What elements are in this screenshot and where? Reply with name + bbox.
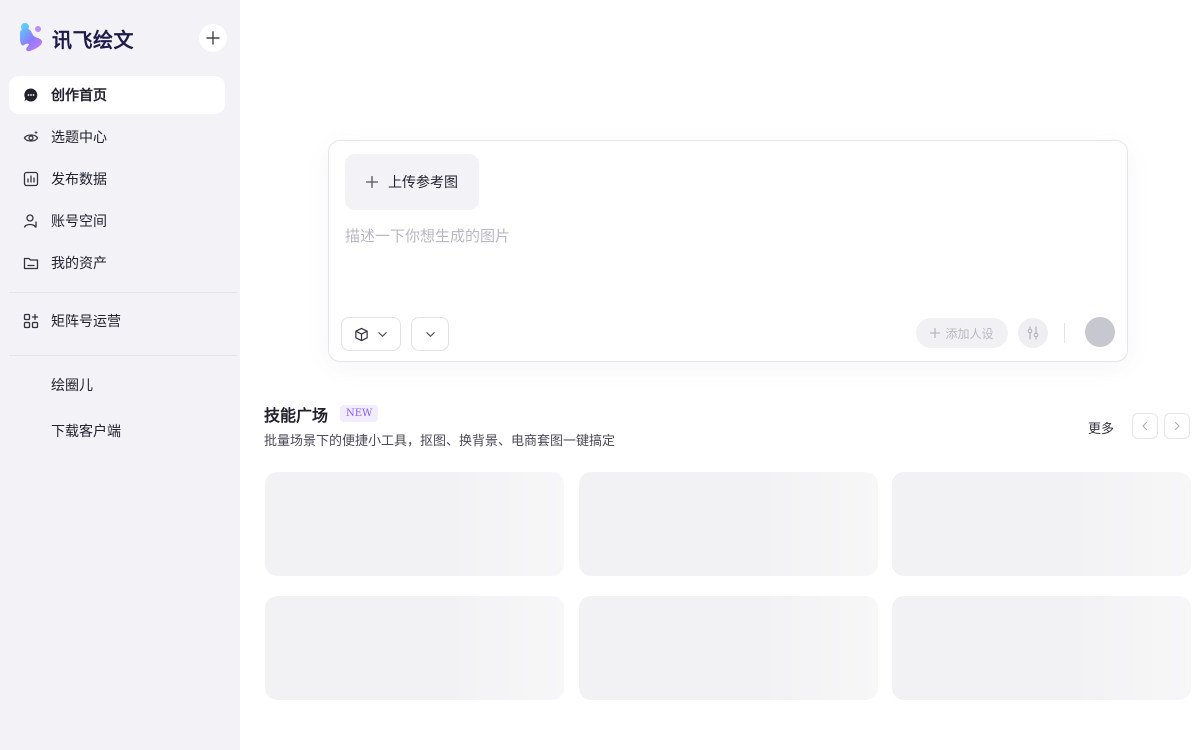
skill-card-placeholder[interactable] [265, 472, 564, 576]
nav-divider [9, 292, 237, 293]
main-nav: 创作首页 选题中心 发布数据 账号空间 我的资产 [9, 76, 225, 286]
sliders-icon [1027, 326, 1039, 340]
chevron-left-icon [1142, 421, 1148, 431]
chevron-down-icon [378, 331, 387, 337]
option-select[interactable] [411, 317, 449, 351]
nav-item-accounts[interactable]: 账号空间 [9, 202, 225, 240]
new-badge: NEW [340, 405, 379, 422]
prompt-input[interactable] [345, 225, 1105, 295]
nav-item-topics[interactable]: 选题中心 [9, 118, 225, 156]
brand-logo-icon [20, 23, 43, 52]
nav-divider [9, 355, 237, 356]
next-page-button[interactable] [1164, 413, 1190, 439]
settings-sliders-button[interactable] [1018, 318, 1048, 348]
plus-icon [930, 328, 941, 338]
nav-item-label: 创作首页 [51, 88, 107, 104]
new-creation-button[interactable] [199, 24, 227, 52]
skill-card-placeholder[interactable] [579, 596, 878, 700]
plus-icon [366, 176, 378, 188]
more-link[interactable]: 更多 [1088, 418, 1114, 437]
prev-page-button[interactable] [1132, 413, 1158, 439]
nav-item-home[interactable]: 创作首页 [9, 76, 225, 114]
skills-subtitle: 批量场景下的便捷小工具，抠图、换背景、电商套图一键搞定 [264, 434, 616, 449]
add-persona-label: 添加人设 [945, 326, 994, 341]
chevron-right-icon [1174, 421, 1180, 431]
nav-item-label: 选题中心 [51, 130, 107, 146]
chevron-down-icon [425, 331, 435, 337]
nav-item-label: 我的资产 [51, 256, 107, 272]
prompt-composer: 上传参考图 添加人设 [328, 140, 1128, 362]
cube-icon [355, 327, 368, 341]
skill-card-placeholder[interactable] [579, 472, 878, 576]
skill-card-placeholder[interactable] [892, 472, 1191, 576]
nav-item-matrix[interactable]: 矩阵号运营 [9, 302, 225, 340]
eye-sparkle-icon [23, 129, 39, 145]
nav-item-publish-data[interactable]: 发布数据 [9, 160, 225, 198]
bar-chart-icon [23, 171, 39, 187]
upload-reference-button[interactable]: 上传参考图 [345, 154, 479, 210]
nav-item-assets[interactable]: 我的资产 [9, 244, 225, 282]
model-select[interactable] [341, 317, 401, 351]
nav-item-label: 发布数据 [51, 172, 107, 188]
toolbar-divider [1064, 323, 1065, 343]
nav-item-label: 账号空间 [51, 214, 107, 230]
nav-link-download-client[interactable]: 下载客户端 [51, 421, 121, 441]
matrix-nav: 矩阵号运营 [9, 302, 225, 344]
grid-plus-icon [23, 313, 39, 329]
sidebar: 讯飞绘文 创作首页 选题中心 发布数据 账号空间 我的资产 矩阵号运营 绘圈儿 … [0, 0, 240, 750]
skills-title: 技能广场 [264, 406, 329, 425]
skill-card-placeholder[interactable] [892, 596, 1191, 700]
chat-bubble-icon [23, 87, 39, 103]
folder-icon [23, 255, 39, 271]
skill-card-placeholder[interactable] [265, 596, 564, 700]
plus-icon [206, 31, 220, 45]
brand-name: 讯飞绘文 [52, 27, 134, 52]
nav-item-label: 矩阵号运营 [51, 314, 121, 330]
send-button[interactable] [1085, 317, 1115, 347]
user-icon [23, 213, 39, 229]
brand[interactable]: 讯飞绘文 [16, 20, 134, 56]
upload-reference-label: 上传参考图 [388, 175, 458, 191]
nav-link-huiquaner[interactable]: 绘圈儿 [51, 375, 93, 395]
add-persona-button[interactable]: 添加人设 [916, 318, 1008, 348]
